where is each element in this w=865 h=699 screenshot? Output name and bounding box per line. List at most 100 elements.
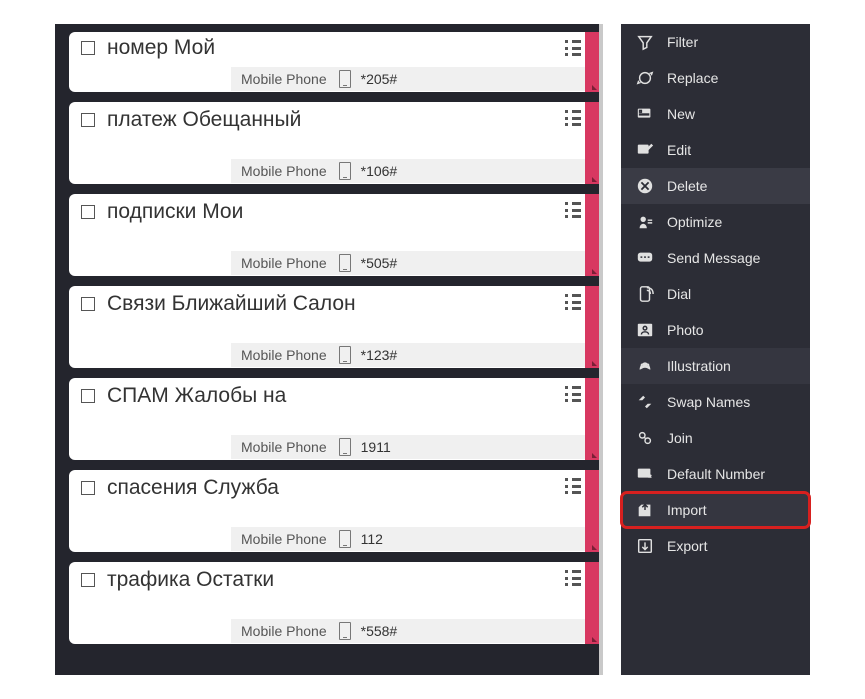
- swap-icon: [635, 392, 655, 412]
- new-icon: [635, 104, 655, 124]
- menu-label: Swap Names: [667, 394, 750, 410]
- menu-illustration[interactable]: Illustration: [621, 348, 810, 384]
- list-icon[interactable]: [565, 110, 581, 126]
- phone-type: Mobile Phone: [231, 163, 339, 179]
- menu-photo[interactable]: Photo: [621, 312, 810, 348]
- contact-checkbox[interactable]: [81, 41, 95, 55]
- phone-number: *558#: [361, 623, 398, 639]
- photo-icon: [635, 320, 655, 340]
- contact-card[interactable]: номер Мой Mobile Phone *205#: [69, 32, 599, 92]
- contact-card[interactable]: Связи Ближайший Салон Mobile Phone *123#: [69, 286, 599, 368]
- menu-label: Edit: [667, 142, 691, 158]
- menu-label: Illustration: [667, 358, 731, 374]
- contact-card[interactable]: трафика Остатки Mobile Phone *558#: [69, 562, 599, 644]
- card-accent[interactable]: [585, 194, 599, 276]
- contact-card[interactable]: подписки Мои Mobile Phone *505#: [69, 194, 599, 276]
- replace-icon: [635, 68, 655, 88]
- list-icon[interactable]: [565, 478, 581, 494]
- menu-label: Send Message: [667, 250, 760, 266]
- menu-label: Replace: [667, 70, 718, 86]
- optimize-icon: [635, 212, 655, 232]
- card-accent[interactable]: [585, 32, 599, 92]
- phone-type: Mobile Phone: [231, 347, 339, 363]
- phone-number: *505#: [361, 255, 398, 271]
- card-accent[interactable]: [585, 378, 599, 460]
- card-accent[interactable]: [585, 102, 599, 184]
- contact-checkbox[interactable]: [81, 205, 95, 219]
- contact-checkbox[interactable]: [81, 297, 95, 311]
- menu-label: Photo: [667, 322, 704, 338]
- contact-checkbox[interactable]: [81, 481, 95, 495]
- card-accent[interactable]: [585, 562, 599, 644]
- mobile-icon: [339, 622, 351, 640]
- menu-join[interactable]: Join: [621, 420, 810, 456]
- scrollbar[interactable]: [599, 24, 621, 675]
- export-icon: [635, 536, 655, 556]
- menu-label: Import: [667, 502, 707, 518]
- menu-default-number[interactable]: Default Number: [621, 456, 810, 492]
- card-accent[interactable]: [585, 286, 599, 368]
- list-icon[interactable]: [565, 40, 581, 56]
- list-icon[interactable]: [565, 386, 581, 402]
- contact-name: номер Мой: [107, 36, 215, 60]
- menu-edit[interactable]: Edit: [621, 132, 810, 168]
- phone-type: Mobile Phone: [231, 531, 339, 547]
- phone-number: 1911: [361, 439, 391, 455]
- mobile-icon: [339, 254, 351, 272]
- phone-number: 112: [361, 531, 383, 547]
- menu-replace[interactable]: Replace: [621, 60, 810, 96]
- menu-label: Optimize: [667, 214, 722, 230]
- menu-label: Filter: [667, 34, 698, 50]
- phone-type: Mobile Phone: [231, 439, 339, 455]
- contact-checkbox[interactable]: [81, 389, 95, 403]
- contact-checkbox[interactable]: [81, 113, 95, 127]
- mobile-icon: [339, 70, 351, 88]
- menu-label: Default Number: [667, 466, 765, 482]
- card-accent[interactable]: [585, 470, 599, 552]
- import-icon: [635, 500, 655, 520]
- phone-type: Mobile Phone: [231, 71, 339, 87]
- menu-filter[interactable]: Filter: [621, 24, 810, 60]
- illustration-icon: [635, 356, 655, 376]
- phone-type: Mobile Phone: [231, 255, 339, 271]
- list-icon[interactable]: [565, 570, 581, 586]
- phone-number: *123#: [361, 347, 398, 363]
- menu-import[interactable]: Import: [621, 492, 810, 528]
- default-number-icon: [635, 464, 655, 484]
- mobile-icon: [339, 162, 351, 180]
- list-icon[interactable]: [565, 294, 581, 310]
- phone-number: *205#: [361, 71, 398, 87]
- contact-name: платеж Обещанный: [107, 108, 301, 132]
- side-menu: Filter Replace New Edit Delete Optimize: [621, 24, 810, 675]
- delete-icon: [635, 176, 655, 196]
- menu-swap-names[interactable]: Swap Names: [621, 384, 810, 420]
- menu-dial[interactable]: Dial: [621, 276, 810, 312]
- mobile-icon: [339, 438, 351, 456]
- contact-card[interactable]: СПАМ Жалобы на Mobile Phone 1911: [69, 378, 599, 460]
- contact-checkbox[interactable]: [81, 573, 95, 587]
- contact-name: СПАМ Жалобы на: [107, 384, 286, 408]
- menu-new[interactable]: New: [621, 96, 810, 132]
- phone-type: Mobile Phone: [231, 623, 339, 639]
- contact-name: Связи Ближайший Салон: [107, 292, 356, 316]
- edit-icon: [635, 140, 655, 160]
- list-icon[interactable]: [565, 202, 581, 218]
- message-icon: [635, 248, 655, 268]
- menu-label: Dial: [667, 286, 691, 302]
- contact-name: трафика Остатки: [107, 568, 274, 592]
- contact-card[interactable]: спасения Служба Mobile Phone 112: [69, 470, 599, 552]
- menu-optimize[interactable]: Optimize: [621, 204, 810, 240]
- filter-icon: [635, 32, 655, 52]
- menu-label: Export: [667, 538, 707, 554]
- menu-delete[interactable]: Delete: [621, 168, 810, 204]
- contact-card[interactable]: платеж Обещанный Mobile Phone *106#: [69, 102, 599, 184]
- menu-export[interactable]: Export: [621, 528, 810, 564]
- dial-icon: [635, 284, 655, 304]
- contact-name: спасения Служба: [107, 476, 279, 500]
- contacts-list: номер Мой Mobile Phone *205#: [55, 24, 599, 675]
- menu-send-message[interactable]: Send Message: [621, 240, 810, 276]
- mobile-icon: [339, 530, 351, 548]
- menu-label: New: [667, 106, 695, 122]
- phone-number: *106#: [361, 163, 398, 179]
- mobile-icon: [339, 346, 351, 364]
